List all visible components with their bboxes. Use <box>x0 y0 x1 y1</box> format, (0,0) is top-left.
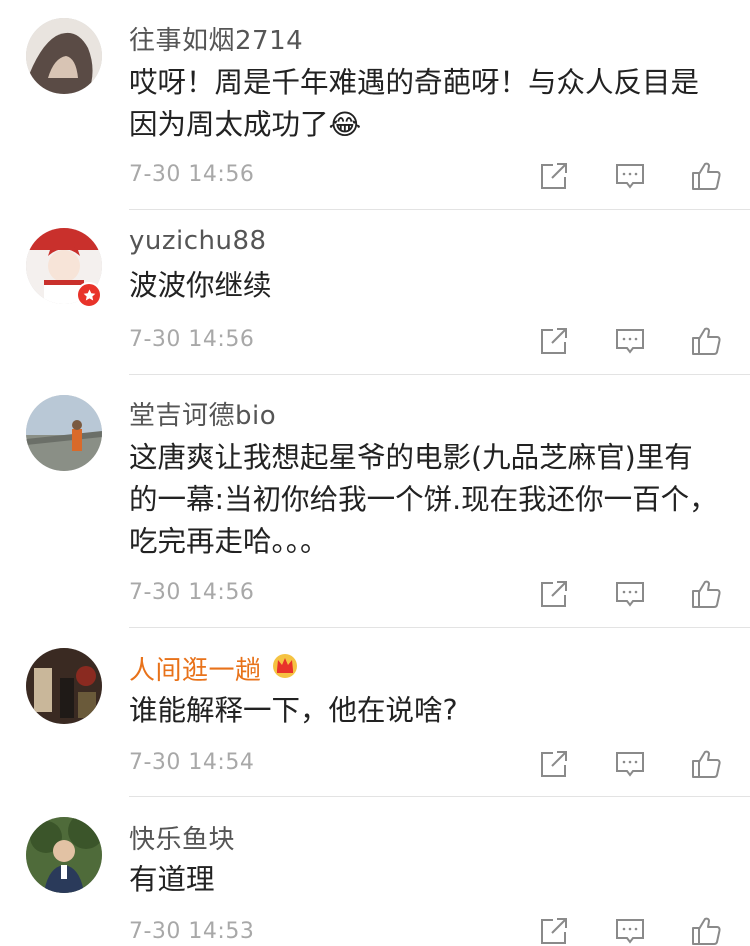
action-bar <box>0 321 750 361</box>
thumbs-up-icon <box>692 327 721 355</box>
share-icon <box>541 163 567 189</box>
laughing-emoji: 😂 <box>328 108 362 141</box>
username[interactable]: 往事如烟2714 <box>129 20 303 57</box>
action-bar <box>0 744 750 784</box>
reply-button[interactable] <box>610 911 650 946</box>
comment-icon <box>616 752 644 777</box>
share-icon <box>541 328 567 354</box>
thumbs-up-icon <box>692 917 721 945</box>
comment-item: yuzichu88 波波你继续 7-30 14:56 <box>0 210 750 375</box>
avatar[interactable] <box>26 648 102 724</box>
comment-icon <box>616 582 644 607</box>
comment-item: 快乐鱼块 有道理 7-30 14:53 <box>0 797 750 946</box>
comment-icon <box>616 329 644 354</box>
share-icon <box>541 751 567 777</box>
reply-button[interactable] <box>610 574 650 614</box>
comment-text: 这唐爽让我想起星爷的电影(九品芝麻官)里有的一幕:当初你给我一个饼.现在我还你一… <box>129 441 718 558</box>
username[interactable]: yuzichu88 <box>129 226 267 256</box>
username[interactable]: 堂吉诃德bio <box>129 395 276 432</box>
like-button[interactable] <box>686 911 726 946</box>
share-button[interactable] <box>534 911 574 946</box>
reply-button[interactable] <box>610 321 650 361</box>
like-button[interactable] <box>686 744 726 784</box>
vip-crown-icon <box>270 651 300 686</box>
username[interactable]: 人间逛一趟 <box>129 650 300 687</box>
verified-badge-icon <box>76 282 102 308</box>
comment-text: 哎呀！周是千年难遇的奇葩呀！与众人反目是因为周太成功了😂 <box>129 62 719 146</box>
thumbs-up-icon <box>692 580 721 608</box>
comment-item: 堂吉诃德bio 这唐爽让我想起星爷的电影(九品芝麻官)里有的一幕:当初你给我一个… <box>0 375 750 628</box>
username-text: 人间逛一趟 <box>129 656 262 686</box>
comment-item: 往事如烟2714 哎呀！周是千年难遇的奇葩呀！与众人反目是因为周太成功了😂 7-… <box>0 0 750 210</box>
username[interactable]: 快乐鱼块 <box>129 819 235 856</box>
share-button[interactable] <box>534 574 574 614</box>
comment-icon <box>616 164 644 189</box>
share-icon <box>541 581 567 607</box>
comment-icon <box>616 919 644 944</box>
action-bar <box>0 574 750 614</box>
comment-text: 谁能解释一下，他在说啥? <box>129 694 458 727</box>
thumbs-up-icon <box>692 750 721 778</box>
avatar[interactable] <box>26 395 102 471</box>
comment-text: 波波你继续 <box>129 269 272 302</box>
comment-feed: 往事如烟2714 哎呀！周是千年难遇的奇葩呀！与众人反目是因为周太成功了😂 7-… <box>0 0 750 946</box>
comment-text: 有道理 <box>129 863 215 896</box>
like-button[interactable] <box>686 321 726 361</box>
share-button[interactable] <box>534 744 574 784</box>
action-bar <box>0 911 750 946</box>
action-bar <box>0 156 750 196</box>
like-button[interactable] <box>686 156 726 196</box>
share-button[interactable] <box>534 156 574 196</box>
share-button[interactable] <box>534 321 574 361</box>
reply-button[interactable] <box>610 156 650 196</box>
like-button[interactable] <box>686 574 726 614</box>
reply-button[interactable] <box>610 744 650 784</box>
avatar[interactable] <box>26 18 102 94</box>
comment-item: 人间逛一趟 谁能解释一下，他在说啥? 7-30 14:54 <box>0 628 750 797</box>
comment-body: 哎呀！周是千年难遇的奇葩呀！与众人反目是因为周太成功了 <box>129 66 700 141</box>
share-icon <box>541 918 567 944</box>
thumbs-up-icon <box>692 162 721 190</box>
avatar[interactable] <box>26 817 102 893</box>
